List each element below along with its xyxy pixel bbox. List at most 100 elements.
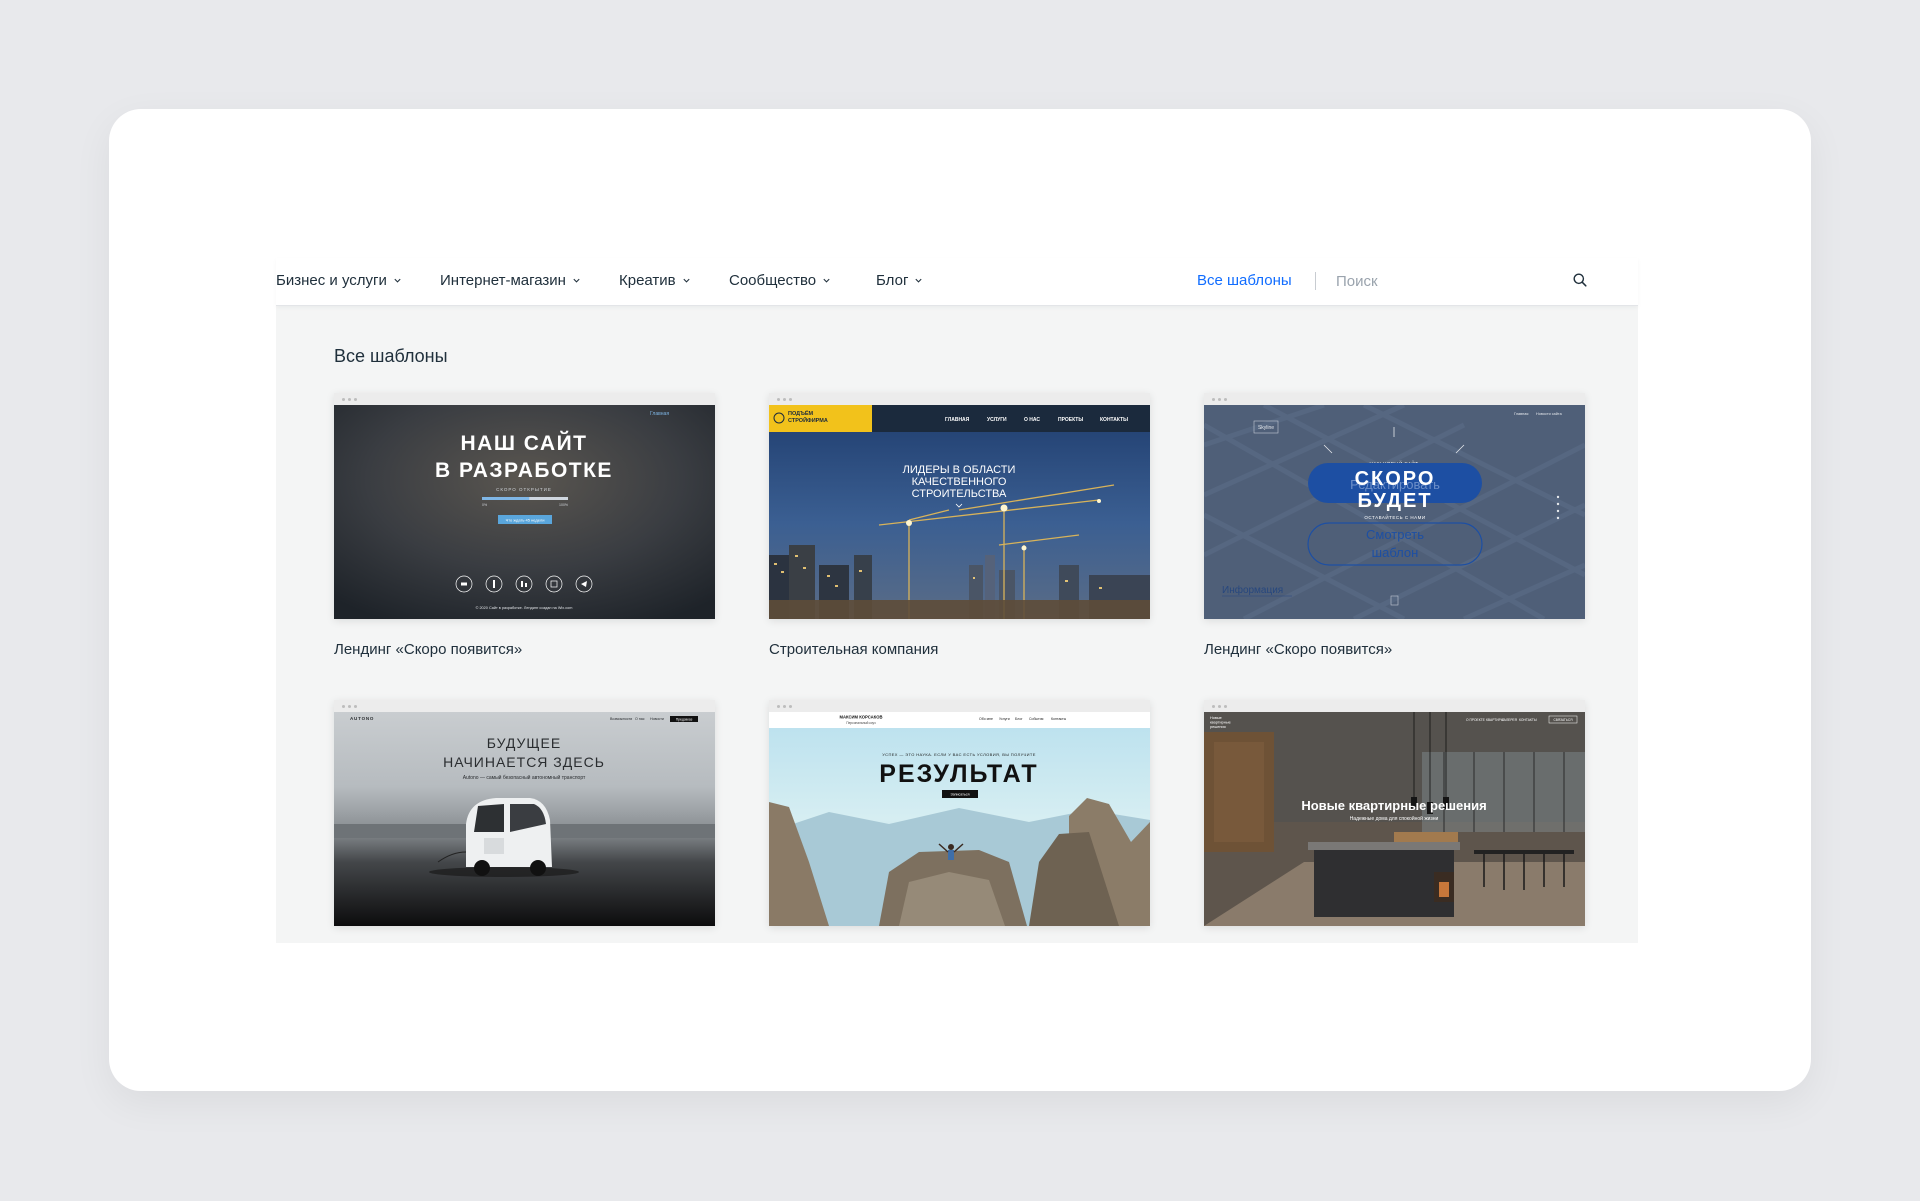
template-preview: ПОДЪЁМ СТРОЙФИРМА ГЛАВНАЯ УСЛУГИ О НАС П… [769, 405, 1150, 619]
search-input[interactable] [1336, 266, 1596, 296]
preview-heading: СКОРО [1355, 468, 1436, 490]
template-preview: AUTONO Возможности О нас Новости Предзак… [334, 712, 715, 926]
preview-logo: квартирные [1210, 721, 1231, 725]
preview-quote: УСПЕХ — ЭТО НАУКА. ЕСЛИ У ВАС ЕСТЬ УСЛОВ… [882, 752, 1036, 757]
template-preview: МАКСИМ КОРСАКОВ Персональный коуч Обо мн… [769, 712, 1150, 926]
preview-kitchen-island [1314, 847, 1454, 917]
preview-info: Информация [1222, 584, 1283, 596]
browser-chrome [769, 393, 1150, 405]
chevron-down-icon [683, 278, 690, 283]
preview-heading: БУДЕТ [1357, 490, 1432, 512]
nav-item-online-store[interactable]: Интернет-магазин [440, 272, 581, 289]
preview-button-label: Записаться [950, 793, 969, 797]
preview-heading: СТРОИТЕЛЬСТВА [912, 488, 1007, 500]
preview-heading: В РАЗРАБОТКЕ [435, 459, 613, 482]
preview-menu-item: ПРОЕКТЫ [1058, 417, 1083, 423]
chevron-down-icon [915, 278, 923, 283]
template-card: Главная НАШ САЙТ В РАЗРАБОТКЕ СКОРО ОТКР… [334, 393, 715, 658]
preview-heading: БУДУЩЕЕ [487, 735, 561, 751]
preview-heading: НАШ САЙТ [461, 431, 588, 455]
template-thumbnail[interactable]: Skyline Главная Новости сайта НАШ НОВЫЙ … [1204, 393, 1585, 619]
template-thumbnail[interactable]: AUTONO Возможности О нас Новости Предзак… [334, 700, 715, 926]
preview-menu-item: КОНТАКТЫ [1519, 718, 1537, 722]
preview-subtitle: Autono — самый безопасный автономный тра… [463, 774, 586, 781]
preview-menu-item: КОНТАКТЫ [1100, 417, 1128, 423]
preview-menu-item: Блог [1015, 717, 1023, 721]
preview-name: МАКСИМ КОРСАКОВ [840, 715, 883, 720]
nav-item-label: Бизнес и услуги [276, 272, 387, 289]
preview-preorder-label: Предзаказ [676, 717, 693, 721]
template-thumbnail[interactable]: МАКСИМ КОРСАКОВ Персональный коуч Обо мн… [769, 700, 1150, 926]
nav-item-creative[interactable]: Креатив [619, 272, 691, 289]
preview-menu-item: Услуги [999, 717, 1010, 721]
template-card: AUTONO Возможности О нас Новости Предзак… [334, 700, 715, 943]
browser-chrome [334, 700, 715, 712]
preview-logo: Новые [1210, 716, 1222, 720]
preview-menu-item: Новости сайта [1536, 412, 1563, 416]
chevron-down-icon [823, 278, 830, 283]
preview-menu-item: События [1029, 717, 1044, 721]
template-name[interactable]: Строительная компания [769, 641, 1150, 658]
chevron-down-icon [394, 278, 401, 283]
template-name[interactable]: Лендинг «Скоро появится» [1204, 641, 1585, 658]
preview-view-label: Смотреть [1366, 527, 1424, 542]
template-card: Skyline Главная Новости сайта НАШ НОВЫЙ … [1204, 393, 1585, 658]
preview-progress-start: 0% [482, 503, 487, 507]
templates-section: Все шаблоны Главная НАШ САЙТ В РАЗРАБОТК… [276, 306, 1638, 943]
preview-menu-item: Возможности [610, 717, 632, 721]
preview-heading: НАЧИНАЕТСЯ ЗДЕСЬ [443, 754, 605, 770]
template-category-nav: Бизнес и услуги Интернет-магазин Креатив… [276, 258, 1638, 306]
browser-chrome [1204, 393, 1585, 405]
preview-menu-item: Контакты [1051, 717, 1067, 721]
preview-menu-item: ГАЛЕРЕЯ [1502, 718, 1518, 722]
preview-top-link: Главная [650, 411, 669, 417]
preview-logo: Skyline [1258, 425, 1274, 431]
preview-menu-item: Главная [1514, 412, 1528, 416]
section-title: Все шаблоны [334, 346, 448, 366]
preview-menu-item: О ПРОЕКТЕ [1466, 718, 1486, 722]
search-icon[interactable] [1572, 272, 1588, 288]
template-card: ПОДЪЁМ СТРОЙФИРМА ГЛАВНАЯ УСЛУГИ О НАС П… [769, 393, 1150, 658]
preview-menu-item: О нас [635, 717, 645, 721]
preview-header-bar [769, 712, 1150, 728]
nav-item-label: Блог [876, 272, 909, 289]
preview-heading: КАЧЕСТВЕННОГО [912, 476, 1007, 488]
preview-heading: РЕЗУЛЬТАТ [879, 760, 1038, 788]
preview-subtitle: Надежные дома для спокойной жизни [1350, 815, 1439, 822]
nav-item-business[interactable]: Бизнес и услуги [276, 272, 402, 289]
browser-chrome [334, 393, 715, 405]
preview-progress-fill [482, 497, 530, 500]
template-thumbnail[interactable]: Главная НАШ САЙТ В РАЗРАБОТКЕ СКОРО ОТКР… [334, 393, 715, 619]
preview-menu-item: О НАС [1024, 417, 1040, 423]
template-preview: Skyline Главная Новости сайта НАШ НОВЫЙ … [1204, 405, 1585, 619]
nav-item-label: Сообщество [729, 272, 817, 289]
preview-menu-item: Обо мне [979, 717, 993, 721]
template-card: Новые квартирные решения О ПРОЕКТЕ КВАРТ… [1204, 700, 1585, 943]
template-preview: Главная НАШ САЙТ В РАЗРАБОТКЕ СКОРО ОТКР… [334, 405, 715, 619]
template-preview: Новые квартирные решения О ПРОЕКТЕ КВАРТ… [1204, 712, 1585, 926]
nav-item-blog[interactable]: Блог [876, 272, 923, 289]
template-card: МАКСИМ КОРСАКОВ Персональный коуч Обо мн… [769, 700, 1150, 943]
preview-logo: решения [1210, 725, 1226, 729]
preview-stay: ОСТАВАЙТЕСЬ С НАМИ [1364, 513, 1425, 520]
preview-climber [948, 844, 954, 850]
preview-heading: ЛИДЕРЫ В ОБЛАСТИ [903, 464, 1016, 476]
all-templates-link[interactable]: Все шаблоны [1197, 272, 1292, 289]
nav-item-community[interactable]: Сообщество [729, 272, 831, 289]
template-thumbnail[interactable]: ПОДЪЁМ СТРОЙФИРМА ГЛАВНАЯ УСЛУГИ О НАС П… [769, 393, 1150, 619]
preview-name-subtitle: Персональный коуч [846, 721, 876, 725]
browser-chrome [1204, 700, 1585, 712]
template-thumbnail[interactable]: Новые квартирные решения О ПРОЕКТЕ КВАРТ… [1204, 700, 1585, 926]
preview-menu-item: Новости [650, 717, 664, 721]
preview-subtitle: СКОРО ОТКРЫТИЕ [496, 487, 552, 492]
preview-menu-item: УСЛУГИ [987, 417, 1007, 423]
preview-footer: © 2020 Сайт в разработке. Лендинг создан… [476, 606, 573, 610]
preview-button-label: Что ждать 45 недели [506, 518, 545, 523]
preview-progress-end: 100% [559, 503, 568, 507]
preview-view-label: шаблон [1372, 545, 1419, 560]
preview-logo: ПОДЪЁМ [788, 410, 814, 417]
template-name[interactable]: Лендинг «Скоро появится» [334, 641, 715, 658]
preview-menu-item: ГЛАВНАЯ [945, 417, 970, 423]
preview-contact-label: СВЯЗАТЬСЯ [1554, 718, 1574, 722]
nav-item-label: Интернет-магазин [440, 272, 566, 289]
